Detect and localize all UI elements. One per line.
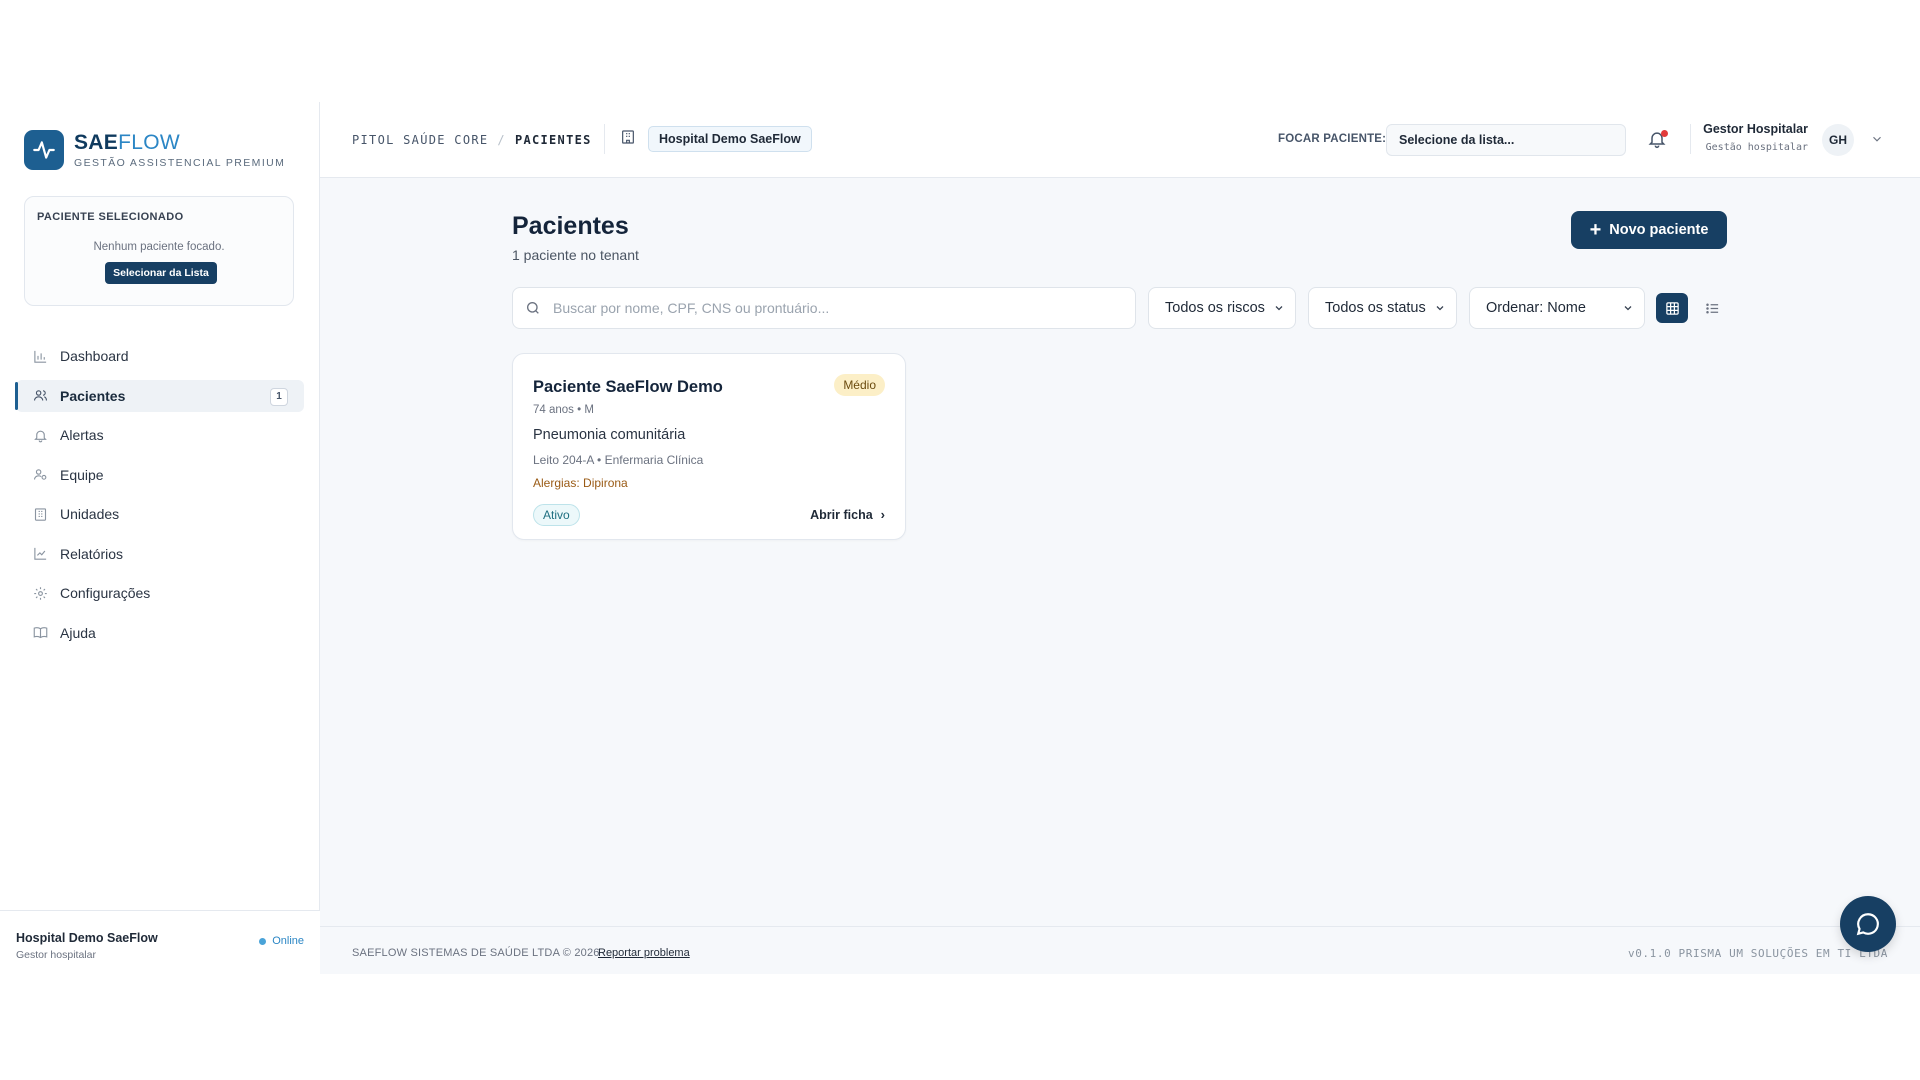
chevron-down-icon (1275, 306, 1283, 311)
chat-button[interactable] (1840, 896, 1896, 952)
page-footer: SAEFLOW SISTEMAS DE SAÚDE LTDA © 2026 Re… (320, 926, 1920, 974)
plus-icon: + (1589, 219, 1602, 241)
selected-patient-empty: Nenhum paciente focado. (93, 241, 225, 253)
line-chart-icon (32, 546, 48, 562)
breadcrumb-current: PACIENTES (514, 133, 592, 147)
brand-name: SAEFLOW (74, 131, 180, 154)
page-subtitle: 1 paciente no tenant (512, 247, 639, 263)
status-badge: Ativo (533, 504, 580, 526)
sidebar-item-ajuda[interactable]: Ajuda (16, 617, 304, 649)
sidebar-item-label: Alertas (60, 427, 104, 443)
version-info: v0.1.0 PRISMA UM SOLUÇÕES EM TI LTDA (1627, 947, 1888, 960)
sidebar-item-unidades[interactable]: Unidades (16, 498, 304, 530)
users-icon (32, 388, 48, 404)
list-view-button[interactable] (1696, 293, 1728, 323)
sidebar-footer: Hospital Demo SaeFlow Gestor hospitalar … (0, 910, 320, 974)
notification-dot (1661, 130, 1668, 137)
chevron-down-icon[interactable] (1870, 132, 1884, 151)
sidebar-item-label: Unidades (60, 506, 120, 522)
focus-patient-select[interactable]: Selecione da lista... (1386, 124, 1626, 156)
search-box (512, 287, 1136, 329)
sidebar-nav: Dashboard Pacientes 1 Alertas Equipe Uni… (15, 340, 304, 656)
user-name: Gestor Hospitalar (1703, 122, 1808, 136)
sidebar-item-alertas[interactable]: Alertas (16, 419, 304, 451)
building-icon (32, 506, 48, 522)
copyright: SAEFLOW SISTEMAS DE SAÚDE LTDA © 2026 (352, 947, 600, 959)
hospital-chip[interactable]: Hospital Demo SaeFlow (648, 126, 812, 152)
patient-bed: Leito 204-A • Enfermaria Clínica (533, 453, 704, 467)
focus-patient-label: FOCAR PACIENTE: (1278, 133, 1387, 145)
patient-allergies: Alergias: Dipirona (533, 476, 628, 490)
sidebar-item-label: Ajuda (60, 624, 96, 641)
sidebar: SAEFLOW GESTÃO ASSISTENCIAL PREMIUM PACI… (0, 102, 320, 974)
sidebar-item-pacientes[interactable]: Pacientes 1 (15, 379, 304, 412)
chevron-down-icon (1436, 306, 1444, 311)
report-problem-link[interactable]: Reportar problema (598, 947, 690, 959)
search-input[interactable] (553, 300, 1113, 316)
sidebar-item-label: Relatórios (60, 545, 124, 562)
header-divider (1690, 124, 1691, 154)
patient-name: Paciente SaeFlow Demo (533, 378, 723, 396)
team-icon (32, 467, 48, 483)
open-chart-link[interactable]: Abrir ficha › (810, 507, 885, 522)
status-filter-select[interactable]: Todos os status (1308, 287, 1457, 329)
grid-view-button[interactable] (1656, 293, 1688, 323)
bell-icon (32, 427, 48, 443)
sidebar-item-label: Equipe (60, 466, 104, 483)
building-icon (620, 129, 636, 150)
notifications-button[interactable] (1647, 129, 1669, 151)
patient-card[interactable]: Paciente SaeFlow Demo Médio 74 anos • M … (512, 353, 906, 540)
risk-badge: Médio (834, 374, 885, 396)
chat-bubble-icon (1856, 913, 1879, 936)
sort-select[interactable]: Ordenar: Nome (1469, 287, 1645, 329)
user-role: Gestão hospitalar (1705, 142, 1808, 153)
app-shell: SAEFLOW GESTÃO ASSISTENCIAL PREMIUM PACI… (0, 102, 1920, 974)
risk-filter-select[interactable]: Todos os riscos (1148, 287, 1296, 329)
sidebar-item-label: Pacientes (60, 387, 126, 404)
hospital-selector[interactable]: Hospital Demo SaeFlow (620, 126, 812, 152)
selected-patient-card: PACIENTE SELECIONADO Nenhum paciente foc… (24, 196, 294, 306)
sidebar-item-configuracoes[interactable]: Configurações (16, 577, 304, 609)
gear-icon (32, 585, 48, 601)
list-icon (1705, 303, 1718, 313)
breadcrumb: PITOL SAÚDE CORE / PACIENTES (352, 133, 592, 147)
chevron-down-icon (1624, 306, 1632, 311)
sidebar-item-relatorios[interactable]: Relatórios (16, 538, 304, 570)
online-status: Online (259, 935, 304, 947)
avatar[interactable]: GH (1822, 124, 1854, 156)
search-icon (527, 302, 539, 314)
pulse-icon (24, 130, 64, 170)
sidebar-item-dashboard[interactable]: Dashboard (16, 340, 304, 372)
page-title: Pacientes (512, 212, 629, 240)
sidebar-item-equipe[interactable]: Equipe (16, 459, 304, 491)
grid-icon (1665, 301, 1679, 315)
sidebar-item-label: Configurações (60, 585, 151, 601)
brand-subtitle: GESTÃO ASSISTENCIAL PREMIUM (74, 157, 286, 169)
patient-meta: 74 anos • M (533, 404, 594, 416)
breadcrumb-separator: / (497, 133, 506, 147)
patient-diagnosis: Pneumonia comunitária (533, 427, 686, 443)
sidebar-item-label: Dashboard (60, 348, 129, 364)
header-divider (604, 124, 605, 154)
new-patient-button[interactable]: + Novo paciente (1571, 211, 1727, 249)
sidebar-user-role: Gestor hospitalar (16, 949, 96, 961)
brand-logo[interactable]: SAEFLOW GESTÃO ASSISTENCIAL PREMIUM (24, 130, 285, 170)
bar-chart-icon (32, 348, 48, 364)
breadcrumb-root[interactable]: PITOL SAÚDE CORE (352, 133, 488, 147)
book-icon (32, 625, 48, 641)
selected-patient-title: PACIENTE SELECIONADO (37, 211, 184, 223)
online-dot-icon (259, 937, 267, 945)
top-header: PITOL SAÚDE CORE / PACIENTES Hospital De… (320, 102, 1920, 178)
select-from-list-button[interactable]: Selecionar da Lista (105, 262, 217, 284)
patients-count-badge: 1 (270, 387, 288, 406)
sidebar-hospital-name: Hospital Demo SaeFlow (16, 931, 158, 945)
chevron-right-icon: › (880, 507, 885, 522)
